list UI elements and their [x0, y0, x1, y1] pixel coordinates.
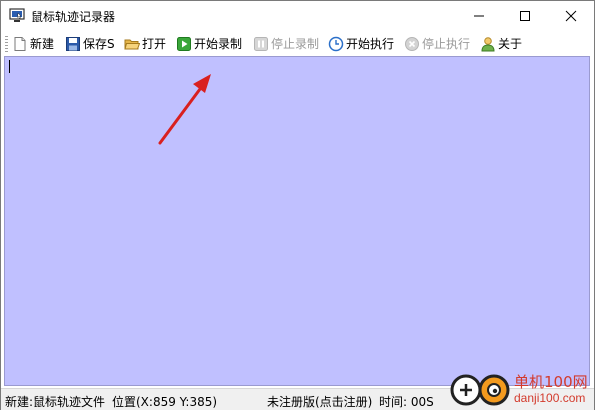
app-window: 鼠标轨迹记录器 新建 保存S 打开 开始录制 停止录制 开始执行 停止执行 关于…: [0, 0, 595, 410]
maximize-button[interactable]: [502, 1, 548, 31]
start-record-button[interactable]: 开始录制: [176, 33, 242, 54]
title-bar[interactable]: 鼠标轨迹记录器: [1, 1, 594, 31]
minimize-icon: [474, 15, 484, 17]
user-icon: [481, 36, 495, 51]
annotation-arrow-icon: [158, 74, 211, 145]
trace-editor-area[interactable]: [4, 56, 590, 386]
about-button[interactable]: 关于: [480, 33, 522, 54]
status-time: 时间: 00S: [379, 395, 434, 409]
window-title: 鼠标轨迹记录器: [31, 10, 116, 24]
clock-icon: [328, 36, 344, 51]
new-button[interactable]: 新建: [12, 33, 54, 54]
save-button-label: 保存S: [83, 37, 115, 51]
watermark-url: danji100.com: [514, 391, 586, 405]
status-registration-link[interactable]: 未注册版(点击注册): [267, 393, 372, 410]
record-play-icon: [177, 36, 191, 51]
app-icon: [9, 8, 25, 22]
new-file-icon: [14, 36, 26, 51]
watermark-logo-icon: [450, 374, 510, 406]
start-execute-button[interactable]: 开始执行: [328, 33, 394, 54]
stop-record-button[interactable]: 停止录制: [253, 33, 319, 54]
maximize-icon: [520, 11, 530, 21]
stop-execute-button[interactable]: 停止执行: [404, 33, 470, 54]
status-mouse-position: 位置(X:859 Y:385): [112, 395, 218, 409]
open-button-label: 打开: [142, 37, 167, 51]
save-button[interactable]: 保存S: [65, 33, 115, 54]
open-folder-icon: [124, 39, 140, 49]
about-button-label: 关于: [498, 37, 523, 51]
minimize-button[interactable]: [456, 1, 502, 31]
site-watermark: 单机100网 danji100.com: [446, 368, 595, 410]
close-icon: [565, 10, 577, 22]
new-button-label: 新建: [30, 37, 55, 51]
watermark-text: 单机100网: [514, 373, 588, 391]
open-button[interactable]: 打开: [124, 33, 166, 54]
toolbar: 新建 保存S 打开 开始录制 停止录制 开始执行 停止执行 关于: [1, 31, 594, 56]
pause-icon: [254, 36, 268, 51]
stop-execute-button-label: 停止执行: [422, 37, 471, 51]
stop-icon: [405, 36, 419, 51]
text-caret: [9, 60, 10, 73]
start-execute-button-label: 开始执行: [346, 37, 395, 51]
close-button[interactable]: [548, 1, 594, 31]
status-file: 新建:鼠标轨迹文件: [5, 395, 106, 409]
save-icon: [66, 36, 80, 51]
stop-record-button-label: 停止录制: [271, 37, 320, 51]
toolbar-grip[interactable]: [5, 36, 8, 52]
start-record-button-label: 开始录制: [194, 37, 243, 51]
